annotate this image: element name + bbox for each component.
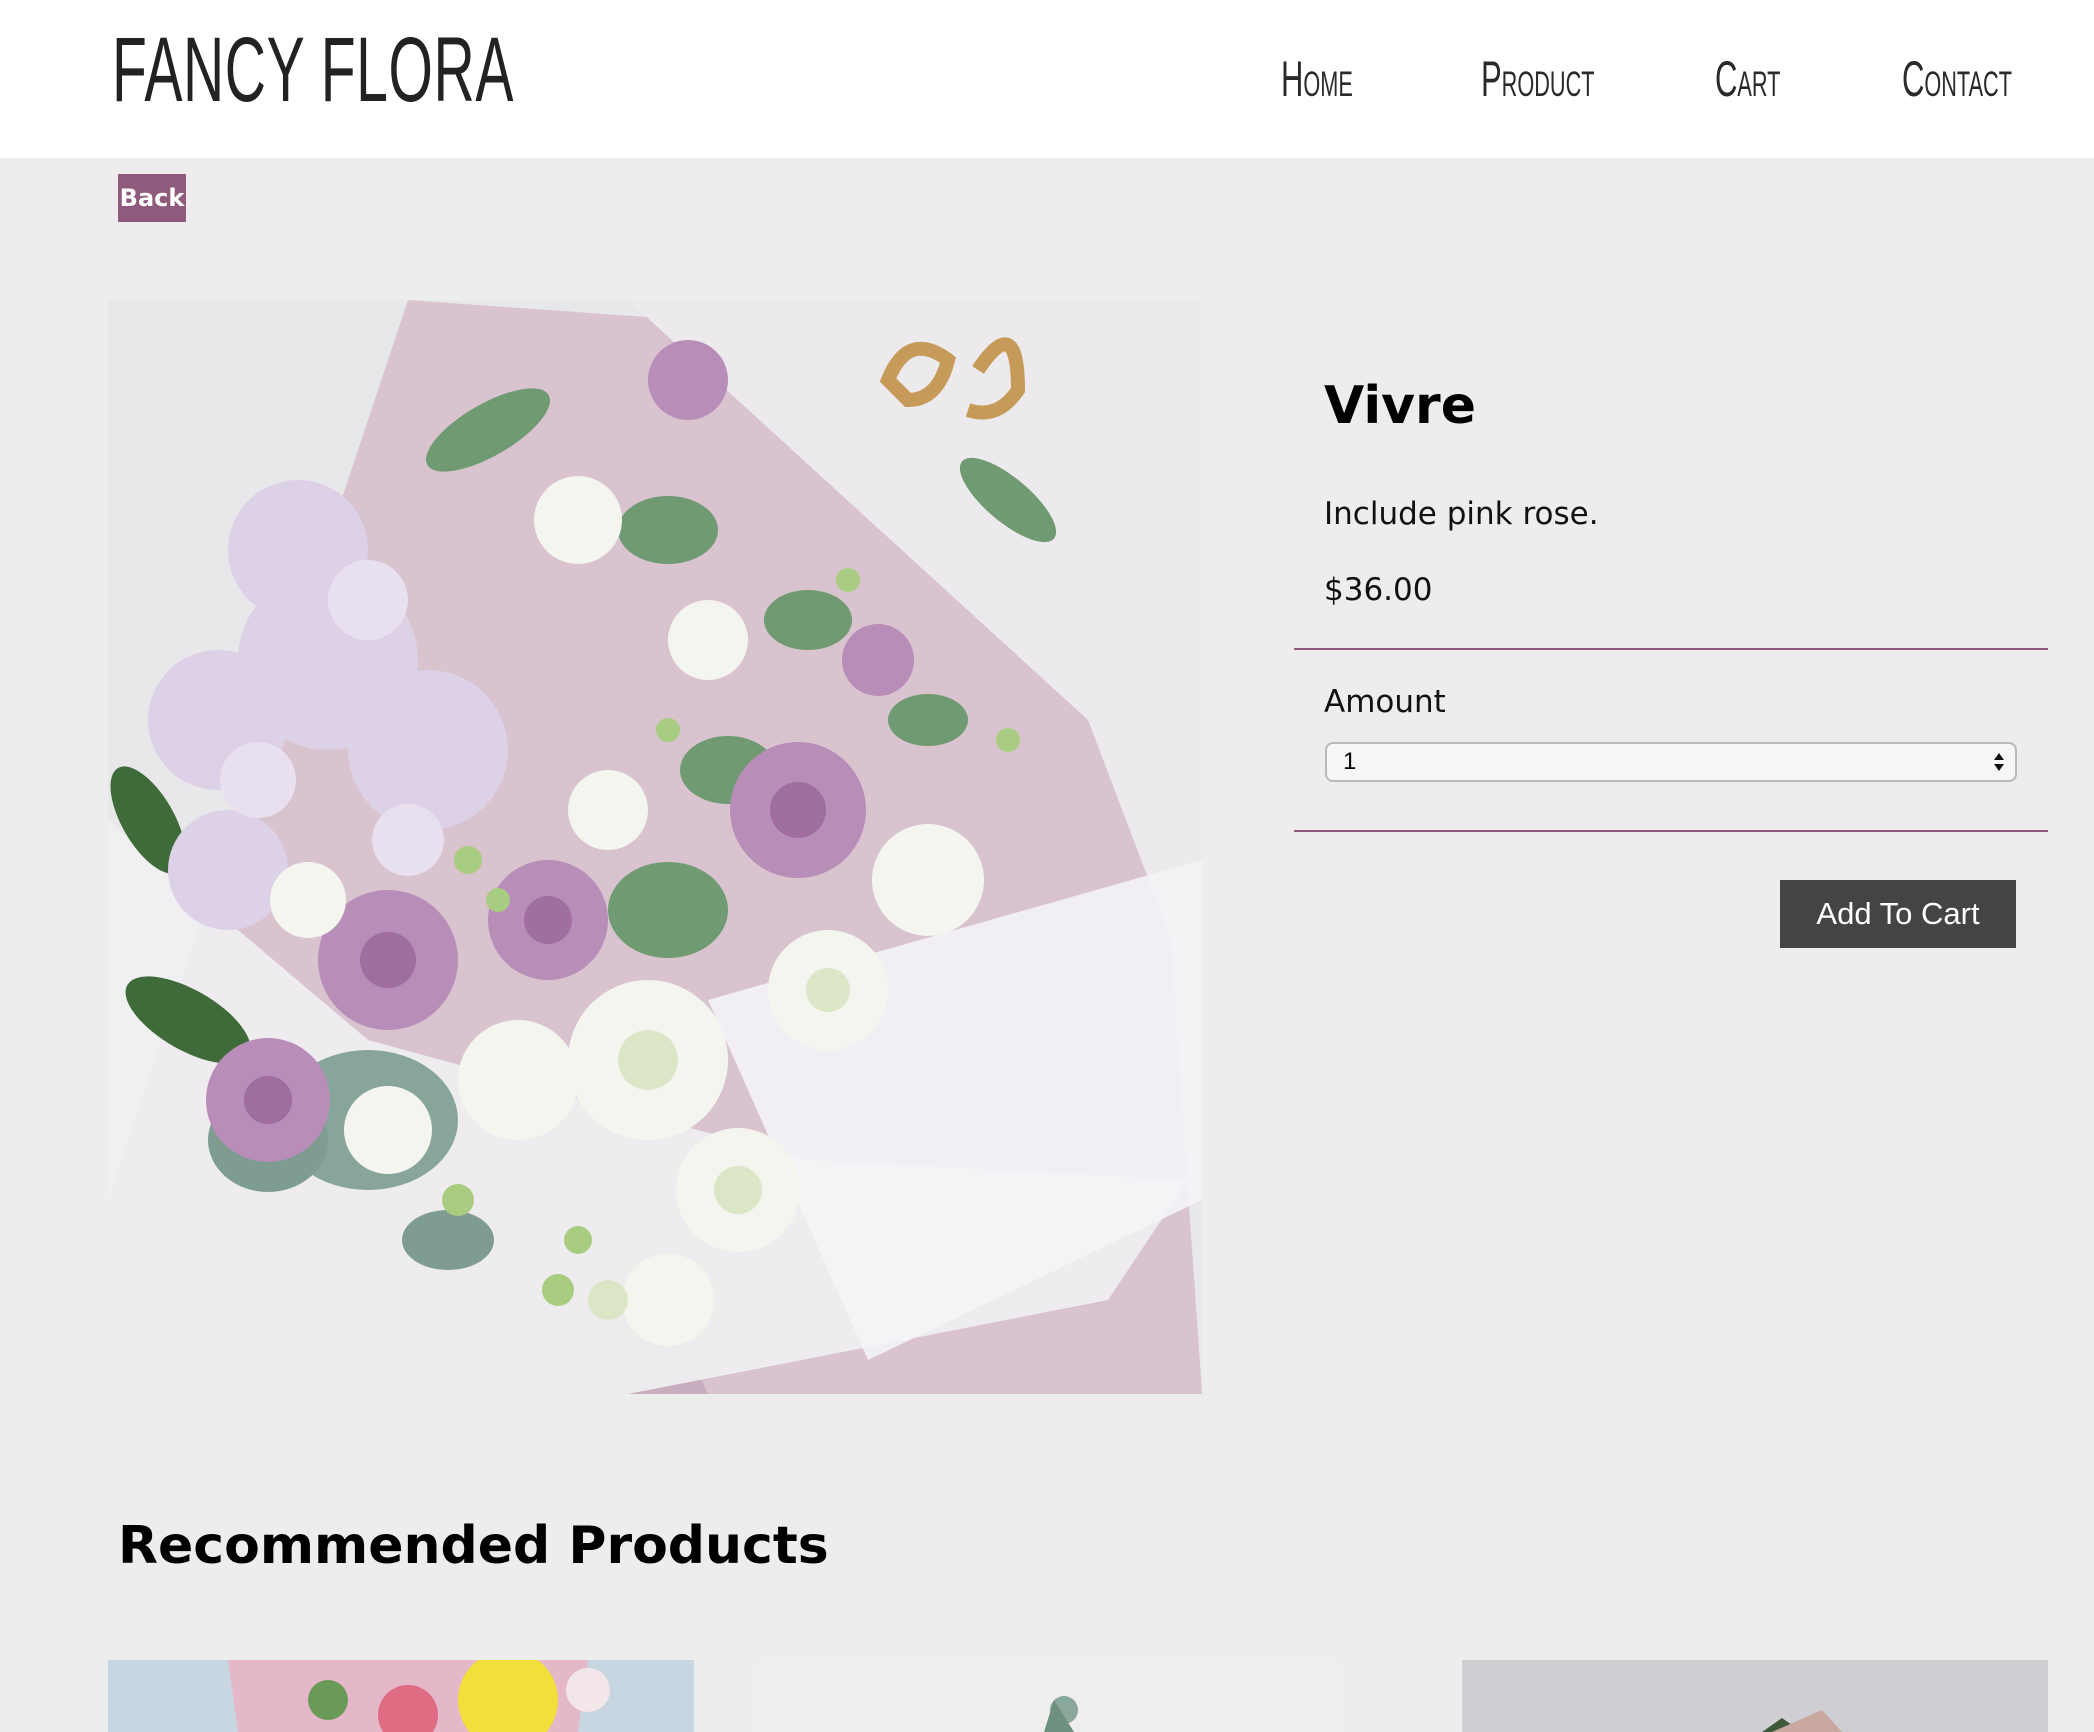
- divider-bottom: [1294, 830, 2048, 832]
- nav-home[interactable]: Home: [1281, 50, 1353, 108]
- product-title: Vivre: [1324, 376, 1476, 436]
- nav-contact[interactable]: Contact: [1902, 50, 2012, 108]
- add-to-cart-button[interactable]: Add To Cart: [1780, 880, 2016, 948]
- nav-product[interactable]: Product: [1481, 50, 1594, 108]
- product-price: $36.00: [1324, 572, 1433, 608]
- back-button[interactable]: Back: [118, 174, 186, 222]
- site-header: FANCY FLORA Home Product Cart Contact: [0, 0, 2094, 158]
- nav-cart[interactable]: Cart: [1715, 50, 1780, 108]
- recommended-heading: Recommended Products: [118, 1516, 829, 1576]
- divider-top: [1294, 648, 2048, 650]
- site-logo[interactable]: FANCY FLORA: [112, 18, 514, 123]
- product-description: Include pink rose.: [1324, 496, 1599, 532]
- amount-select-value: 1: [1343, 748, 1357, 775]
- amount-select[interactable]: 1: [1325, 742, 2017, 782]
- recommended-item[interactable]: [108, 1660, 694, 1732]
- amount-label: Amount: [1324, 684, 1446, 720]
- select-arrows-icon: [1994, 753, 2004, 771]
- product-image: [108, 300, 1202, 1394]
- recommended-item[interactable]: [754, 1660, 1340, 1732]
- recommended-item[interactable]: [1462, 1660, 2048, 1732]
